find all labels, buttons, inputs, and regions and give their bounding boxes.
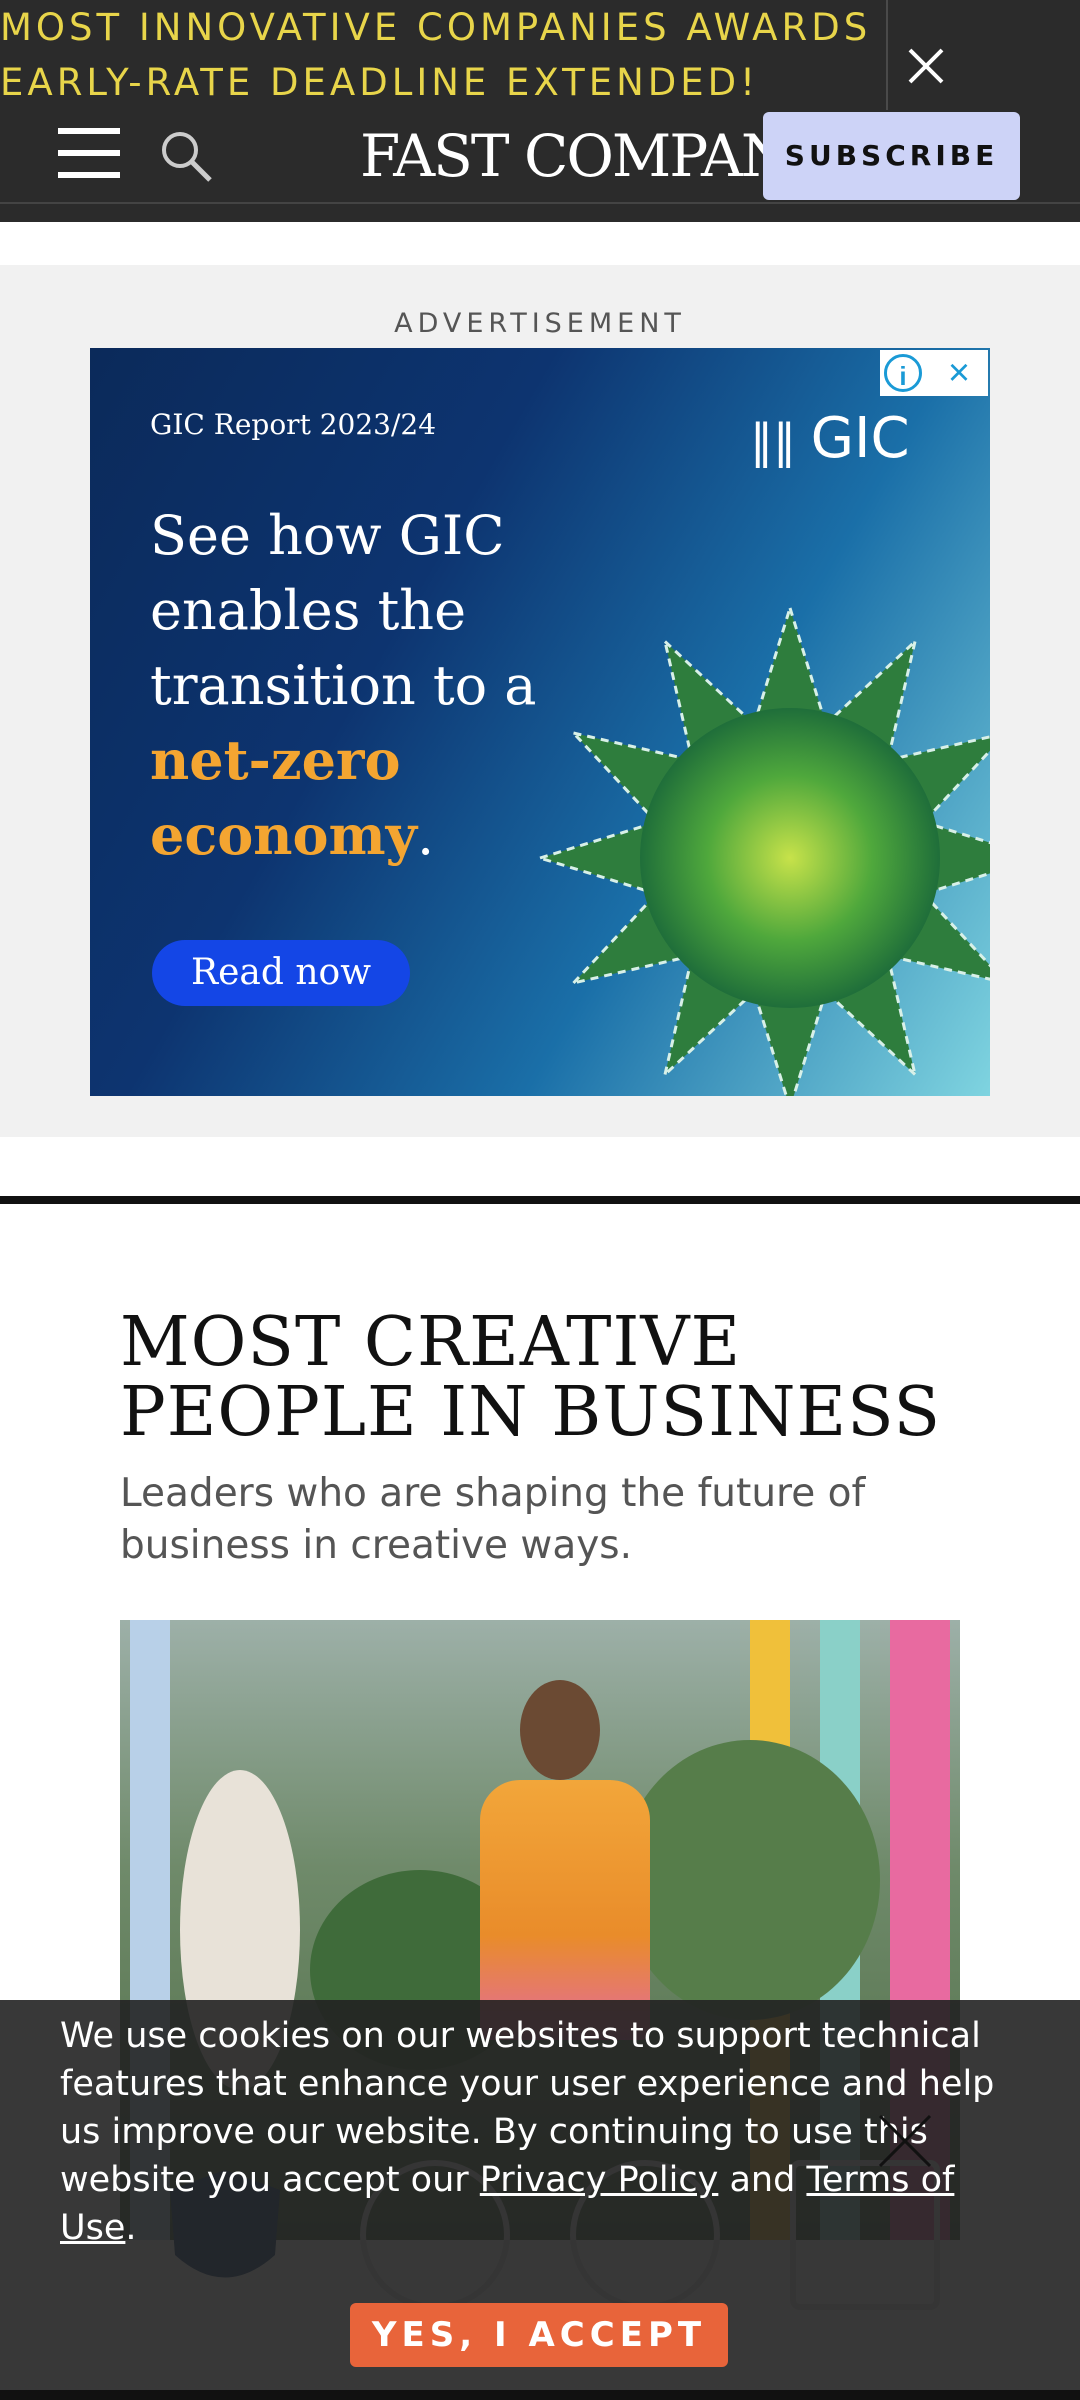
header-divider <box>0 202 1080 204</box>
close-icon[interactable]: × <box>938 352 980 394</box>
alert-banner-text[interactable]: MOST INNOVATIVE COMPANIES AWARDS EARLY-R… <box>0 0 880 110</box>
star-burst-graphic <box>534 602 990 1096</box>
section-subtitle: Leaders who are shaping the future of bu… <box>120 1471 866 1568</box>
bottom-divider <box>0 2390 1080 2400</box>
search-icon[interactable] <box>158 128 214 184</box>
section-divider <box>0 1196 1080 1204</box>
subscribe-button[interactable]: SUBSCRIBE <box>763 112 1020 200</box>
section-title: MOST CREATIVE PEOPLE IN BUSINESS <box>120 1303 942 1452</box>
hamburger-menu-icon[interactable] <box>58 128 120 180</box>
gic-ad-banner[interactable]: GIC Report 2023/24 ‖‖ GIC See how GIC en… <box>90 348 990 1096</box>
accept-cookies-button[interactable]: YES, I ACCEPT <box>350 2303 728 2367</box>
close-icon[interactable] <box>870 2106 940 2176</box>
ad-controls: i × <box>880 350 988 396</box>
person-head <box>520 1680 600 1780</box>
fast-company-logo[interactable]: FAST COMPANY <box>360 120 828 192</box>
privacy-policy-link[interactable]: Privacy Policy <box>480 2160 719 2200</box>
ad-headline: See how GIC enables the transition to a … <box>150 504 537 867</box>
ad-report-label: GIC Report 2023/24 <box>150 408 437 441</box>
close-icon[interactable] <box>898 38 954 94</box>
ad-label: ADVERTISEMENT <box>394 308 686 339</box>
ad-brand-logo: ‖‖ GIC <box>750 406 910 471</box>
ad-read-now-button[interactable]: Read now <box>152 940 410 1006</box>
alert-divider <box>886 0 888 110</box>
info-icon[interactable]: i <box>884 354 922 392</box>
